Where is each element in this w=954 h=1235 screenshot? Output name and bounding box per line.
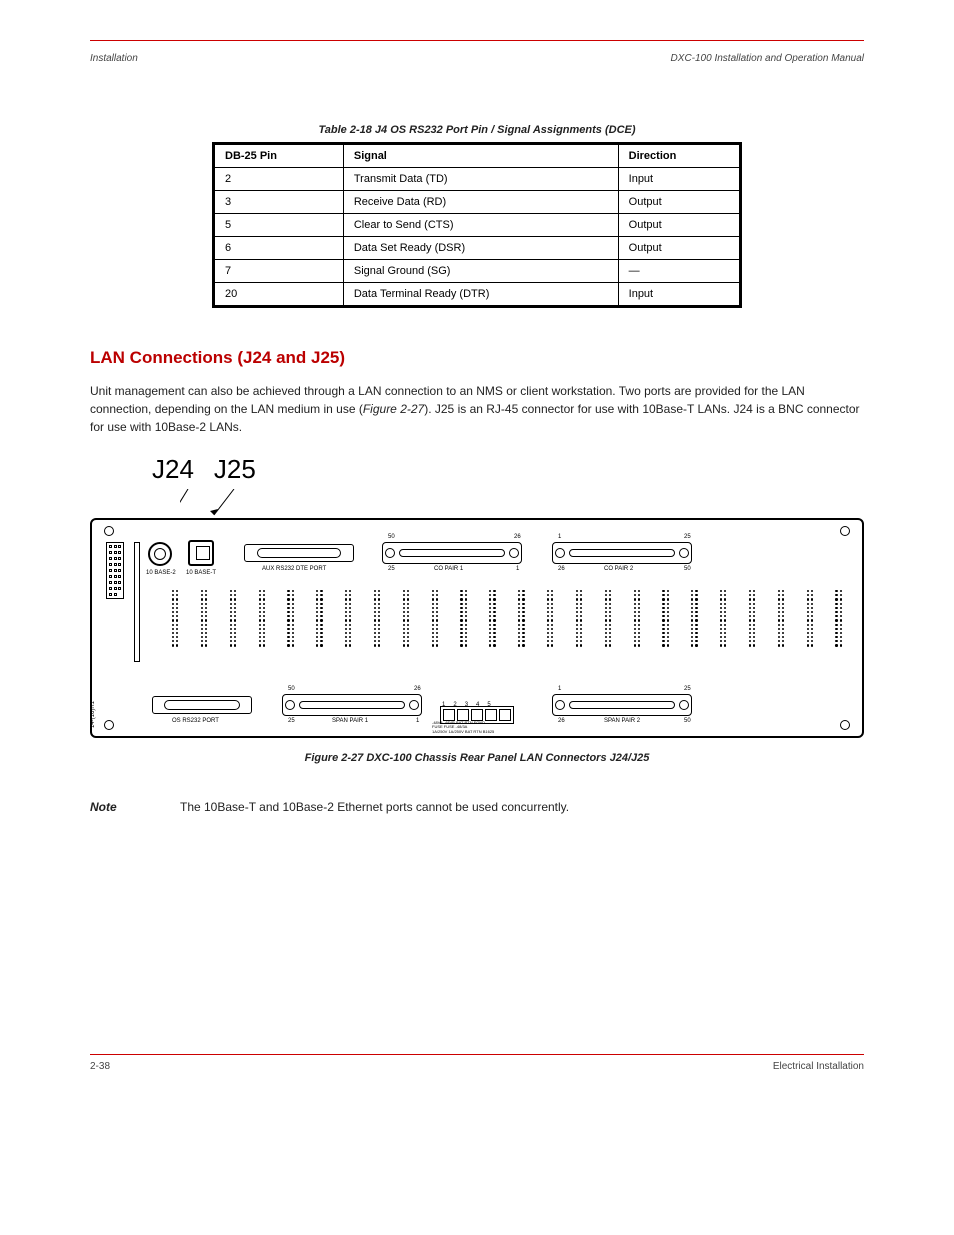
label-aux-port: AUX RS232 DTE PORT [262,566,326,572]
table-row: 2Transmit Data (TD)Input [214,168,741,191]
page-footer: 2-38 Electrical Installation [90,1054,864,1072]
table-title: Table 2-18 J4 OS RS232 Port Pin / Signal… [90,124,864,136]
pinout-table: DB-25 Pin Signal Direction 2Transmit Dat… [212,142,742,308]
bnc-connector-icon [148,542,172,566]
th-pin: DB-25 Pin [214,144,344,168]
callout-arrows-icon [180,489,300,517]
figure-caption: Figure 2-27 DXC-100 Chassis Rear Panel L… [90,752,864,764]
figure-side-ref: 14-(16)R1 [90,701,96,728]
section-paragraph: Unit management can also be achieved thr… [90,382,864,436]
note-block: Note The 10Base-T and 10Base-2 Ethernet … [90,800,864,814]
section-heading: LAN Connections (J24 and J25) [90,348,864,368]
amp50-connector-icon [552,542,692,564]
figure-ref: Figure 2-27 [363,402,424,416]
running-header: Installation DXC-100 Installation and Op… [90,53,864,64]
screw-icon [104,526,114,536]
table-row: 6Data Set Ready (DSR)Output [214,237,741,260]
th-dir: Direction [618,144,740,168]
figure-callout-labels: J24 J25 [152,454,864,485]
table-row: 7Signal Ground (SG)— [214,260,741,283]
fuse-labels: -48VA -48VB BAT RTN FGND FUSE FUSE -48/3… [432,721,494,734]
note-text: The 10Base-T and 10Base-2 Ethernet ports… [180,800,569,814]
table-row: 5Clear to Send (CTS)Output [214,214,741,237]
label-span-pair-2: SPAN PAIR 2 [604,718,640,724]
label-j25: J25 [214,454,256,485]
label-10baset: 10 BASE-T [186,570,216,576]
label-co-pair-2: CO PAIR 2 [604,566,633,572]
running-header-left: Installation [90,53,138,64]
db25-connector-icon [244,544,354,562]
rear-panel-figure: 14-(16)R1 10 BASE-2 10 BASE-T AUX RS232 … [90,518,864,738]
th-signal: Signal [343,144,618,168]
footer-page-number: 2-38 [90,1061,110,1072]
footer-section: Electrical Installation [773,1061,864,1072]
header-rule [90,40,864,41]
note-label: Note [90,800,140,814]
screw-icon [104,720,114,730]
vertical-bar [134,542,140,662]
pin-stack [106,542,124,599]
running-header-right: DXC-100 Installation and Operation Manua… [671,53,864,64]
label-10base2: 10 BASE-2 [146,570,176,576]
amp50-connector-icon [382,542,522,564]
backplane-pins [172,590,842,670]
amp50-connector-icon [282,694,422,716]
label-co-pair-1: CO PAIR 1 [434,566,463,572]
table-row: 20Data Terminal Ready (DTR)Input [214,283,741,307]
screw-icon [840,720,850,730]
rj45-connector-icon [188,540,214,566]
db25-connector-icon [152,696,252,714]
amp50-connector-icon [552,694,692,716]
label-os-port: OS RS232 PORT [172,718,219,724]
label-span-pair-1: SPAN PAIR 1 [332,718,368,724]
table-row: 3Receive Data (RD)Output [214,191,741,214]
label-j24: J24 [152,454,194,485]
screw-icon [840,526,850,536]
